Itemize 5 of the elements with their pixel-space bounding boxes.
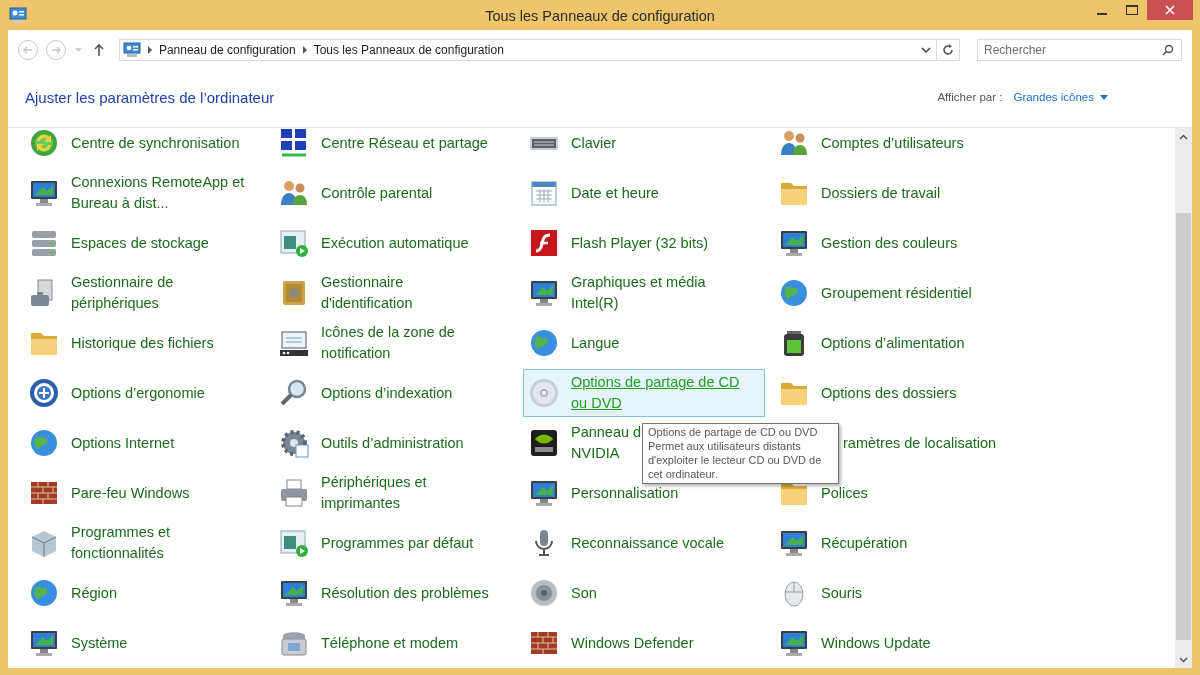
tooltip-title: Options de partage de CD ou DVD bbox=[648, 425, 819, 439]
window-title: Tous les Panneaux de configuration bbox=[485, 7, 715, 24]
page-heading: Ajuster les paramètres de l’ordinateur bbox=[25, 88, 276, 106]
tooltip-description: Permet aux utilisateurs distants d'exploiter le lecteur CD ou DVD de cet ordinateur. bbox=[648, 439, 823, 481]
view-label: Afficher par : bbox=[937, 91, 1003, 103]
